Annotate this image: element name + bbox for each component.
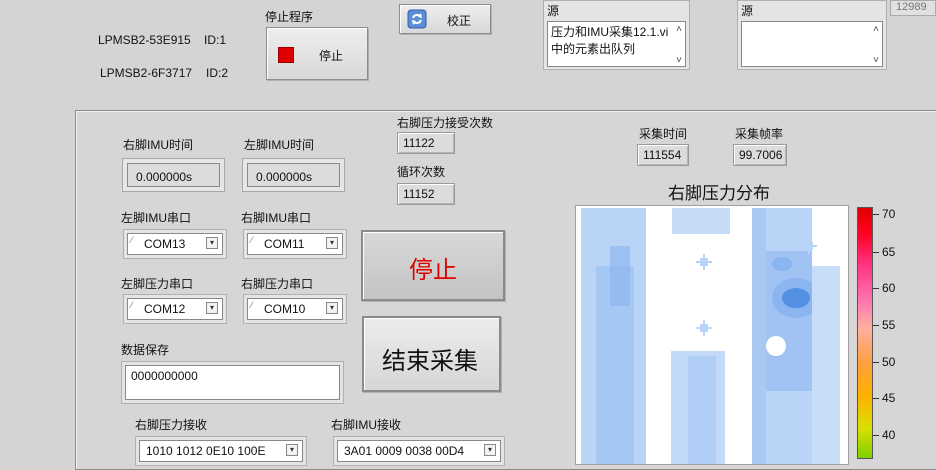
left-imu-time-label: 左脚IMU时间 bbox=[244, 138, 314, 152]
colorbar-tick-70: 70 bbox=[882, 207, 896, 221]
colorbar-tick-mark bbox=[873, 214, 879, 215]
collect-fps-value: 99.7006 bbox=[733, 144, 787, 166]
right-pressure-port-label: 右脚压力串口 bbox=[241, 277, 314, 291]
right-imu-port-select[interactable]: ⁄ COM11 ▾ bbox=[243, 229, 347, 259]
stop-big-button[interactable]: 停止 bbox=[361, 230, 505, 301]
corner-value: 12989 bbox=[896, 1, 927, 13]
dropdown-arrow-icon[interactable]: ▾ bbox=[286, 444, 298, 456]
colorbar-tick-mark bbox=[873, 325, 879, 326]
stop-big-button-label: 停止 bbox=[409, 257, 457, 284]
left-pressure-port-select[interactable]: ⁄ COM12 ▾ bbox=[123, 294, 227, 324]
stop-square-icon bbox=[278, 47, 294, 63]
colorbar-tick-40: 40 bbox=[882, 428, 896, 442]
left-pressure-port-label: 左脚压力串口 bbox=[121, 277, 194, 291]
pressure-heatmap bbox=[576, 206, 848, 464]
right-pressure-count-value: 11122 bbox=[397, 132, 455, 154]
dropdown-arrow-icon[interactable]: ▾ bbox=[206, 302, 218, 314]
collect-fps-label: 采集帧率 bbox=[735, 127, 784, 141]
right-imu-time-value: 0.000000s bbox=[127, 163, 220, 187]
refresh-icon bbox=[407, 9, 427, 29]
colorbar-tick-mark bbox=[873, 288, 879, 289]
source1-cluster: 源 压力和IMU采集12.1.vi中的元素出队列 ˄ ˅ bbox=[543, 0, 690, 70]
source1-label: 源 bbox=[547, 4, 560, 18]
right-imu-time-label: 右脚IMU时间 bbox=[123, 138, 193, 152]
source1-textbox[interactable]: 压力和IMU采集12.1.vi中的元素出队列 ˄ ˅ bbox=[547, 21, 686, 67]
dropdown-arrow-icon[interactable]: ▾ bbox=[206, 237, 218, 249]
increment-icon: ⁄ bbox=[251, 235, 253, 245]
colorbar bbox=[857, 207, 873, 459]
device1-name: LPMSB2-53E915 bbox=[98, 33, 191, 47]
device2-id: ID:2 bbox=[206, 66, 229, 80]
right-pressure-recv-select[interactable]: 1010 1012 0E10 100E ▾ bbox=[135, 436, 307, 466]
stop-program-button-label: 停止 bbox=[319, 49, 344, 63]
scroll-up-icon[interactable]: ˄ bbox=[676, 24, 682, 35]
loop-count-value: 11152 bbox=[397, 183, 455, 205]
colorbar-tick-mark bbox=[873, 362, 879, 363]
right-imu-time-indicator: 0.000000s bbox=[122, 158, 225, 192]
right-imu-recv-label: 右脚IMU接收 bbox=[331, 418, 401, 432]
loop-count-label: 循环次数 bbox=[397, 165, 446, 179]
increment-icon: ⁄ bbox=[131, 300, 133, 310]
left-imu-port-label: 左脚IMU串口 bbox=[121, 211, 191, 225]
scroll-down-icon[interactable]: ˅ bbox=[676, 55, 682, 66]
data-save-input[interactable]: 0000000000 bbox=[121, 361, 344, 404]
left-imu-time-indicator: 0.000000s bbox=[242, 158, 345, 192]
colorbar-tick-55: 55 bbox=[882, 318, 896, 332]
collect-time-label: 采集时间 bbox=[639, 127, 688, 141]
end-collect-button-label: 结束采集 bbox=[382, 348, 478, 375]
colorbar-tick-65: 65 bbox=[882, 245, 896, 259]
corner-indicator: 12989 bbox=[890, 0, 936, 16]
scroll-up-icon[interactable]: ˄ bbox=[873, 24, 879, 35]
heatmap-frame bbox=[575, 205, 849, 465]
left-imu-port-value: COM13 bbox=[144, 237, 186, 251]
right-pressure-port-select[interactable]: ⁄ COM10 ▾ bbox=[243, 294, 347, 324]
source1-text: 压力和IMU采集12.1.vi中的元素出队列 bbox=[551, 25, 669, 56]
right-imu-port-label: 右脚IMU串口 bbox=[241, 211, 311, 225]
scroll-down-icon[interactable]: ˅ bbox=[873, 55, 879, 66]
right-pressure-recv-label: 右脚压力接收 bbox=[135, 418, 208, 432]
collect-time-value: 111554 bbox=[637, 144, 689, 166]
left-imu-time-value: 0.000000s bbox=[247, 163, 340, 187]
right-imu-recv-value: 3A01 0009 0038 00D4 bbox=[344, 444, 465, 458]
colorbar-tick-50: 50 bbox=[882, 355, 896, 369]
source2-label: 源 bbox=[741, 4, 754, 18]
data-save-value: 0000000000 bbox=[125, 365, 340, 400]
left-pressure-port-value: COM12 bbox=[144, 302, 186, 316]
colorbar-tick-mark bbox=[873, 398, 879, 399]
calibrate-button[interactable]: 校正 bbox=[399, 4, 491, 34]
increment-icon: ⁄ bbox=[251, 300, 253, 310]
right-pressure-count-label: 右脚压力接受次数 bbox=[397, 116, 494, 130]
colorbar-tick-45: 45 bbox=[882, 391, 896, 405]
colorbar-tick-60: 60 bbox=[882, 281, 896, 295]
dropdown-arrow-icon[interactable]: ▾ bbox=[326, 302, 338, 314]
right-imu-port-value: COM11 bbox=[264, 237, 305, 251]
heatmap-title: 右脚压力分布 bbox=[668, 184, 770, 203]
source2-textbox[interactable]: ˄ ˅ bbox=[741, 21, 883, 67]
stop-program-button[interactable]: 停止 bbox=[266, 27, 368, 80]
dropdown-arrow-icon[interactable]: ▾ bbox=[484, 444, 496, 456]
calibrate-button-label: 校正 bbox=[447, 14, 472, 28]
right-imu-recv-select[interactable]: 3A01 0009 0038 00D4 ▾ bbox=[333, 436, 505, 466]
stop-program-label: 停止程序 bbox=[265, 10, 314, 24]
right-pressure-recv-value: 1010 1012 0E10 100E bbox=[146, 444, 266, 458]
right-pressure-port-value: COM10 bbox=[264, 302, 306, 316]
device2-name: LPMSB2-6F3717 bbox=[100, 66, 193, 80]
dropdown-arrow-icon[interactable]: ▾ bbox=[326, 237, 338, 249]
left-imu-port-select[interactable]: ⁄ COM13 ▾ bbox=[123, 229, 227, 259]
data-save-label: 数据保存 bbox=[121, 343, 170, 357]
device1-id: ID:1 bbox=[204, 33, 227, 47]
increment-icon: ⁄ bbox=[131, 235, 133, 245]
end-collect-button[interactable]: 结束采集 bbox=[362, 316, 501, 392]
colorbar-tick-mark bbox=[873, 435, 879, 436]
source2-cluster: 源 ˄ ˅ bbox=[737, 0, 887, 70]
heatmap-region-middle bbox=[672, 208, 730, 234]
colorbar-tick-mark bbox=[873, 252, 879, 253]
